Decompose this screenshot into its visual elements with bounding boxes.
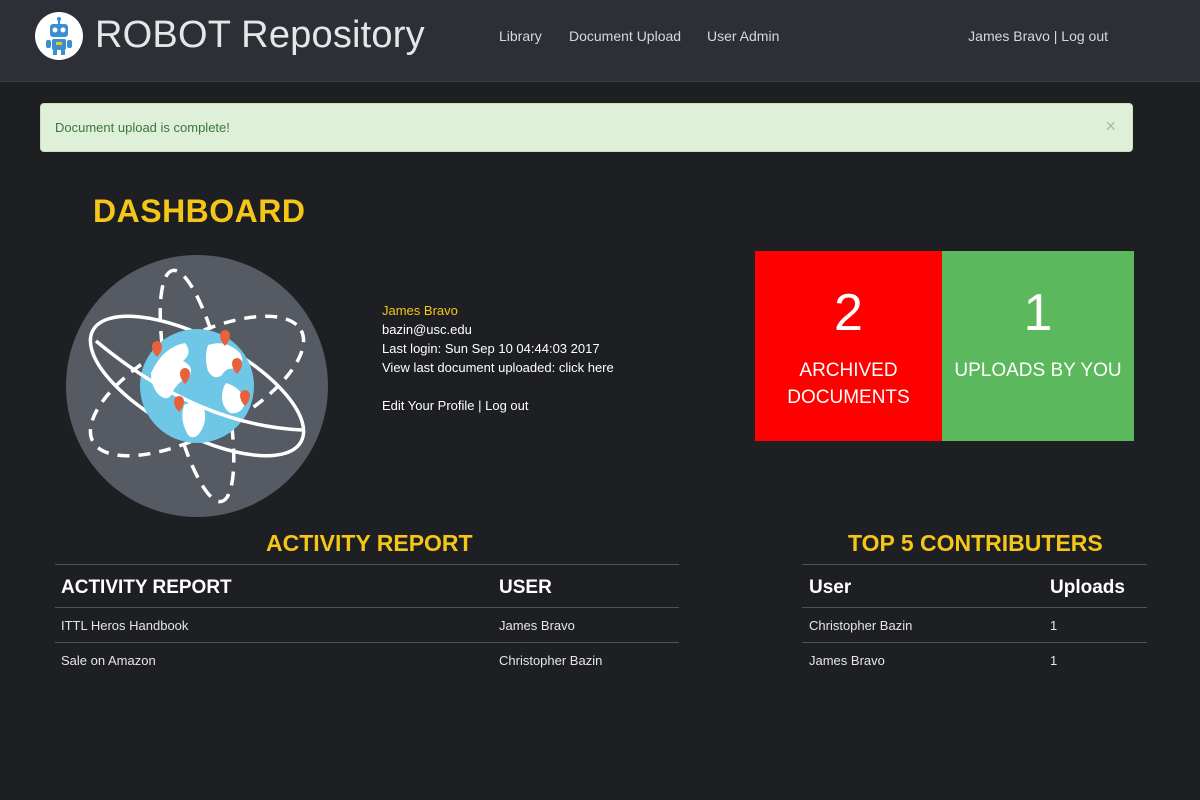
nav-link-user-admin[interactable]: User Admin — [707, 28, 779, 44]
archived-label: ARCHIVED DOCUMENTS — [787, 357, 909, 411]
table-cell-user: Christopher Bazin — [809, 618, 913, 633]
last-document-label: View last document uploaded: — [382, 360, 559, 375]
success-alert: Document upload is complete! × — [40, 103, 1133, 152]
table-cell-user: James Bravo — [499, 618, 575, 633]
archived-label-line-1: ARCHIVED — [799, 360, 898, 381]
edit-profile-link[interactable]: Edit Your Profile — [382, 398, 475, 413]
robot-icon[interactable] — [35, 12, 83, 60]
column-header-uploads: Uploads — [1050, 577, 1125, 598]
profile-email: bazin@usc.edu — [382, 322, 472, 337]
table-cell-user: James Bravo — [809, 653, 885, 668]
table-cell-activity[interactable]: ITTL Heros Handbook — [61, 618, 188, 633]
activity-report-title: ACTIVITY REPORT — [266, 530, 473, 556]
top-contributors-title: TOP 5 CONTRIBUTERS — [848, 530, 1103, 556]
table-rule — [55, 642, 679, 643]
column-header-activity: ACTIVITY REPORT — [61, 577, 232, 598]
close-icon[interactable]: × — [1105, 117, 1116, 135]
profile-separator: | — [474, 398, 486, 413]
globe-orbit-icon — [66, 255, 328, 517]
profile-name: James Bravo — [382, 303, 458, 318]
nav-separator: | — [1049, 28, 1062, 44]
alert-message: Document upload is complete! — [55, 120, 230, 135]
nav-user-menu: James Bravo | Log out — [968, 28, 1108, 44]
nav-link-library[interactable]: Library — [499, 28, 542, 44]
archived-documents-tile[interactable]: 2 ARCHIVED DOCUMENTS — [755, 251, 942, 441]
uploads-count: 1 — [1023, 284, 1053, 342]
table-cell-uploads: 1 — [1050, 653, 1058, 668]
profile-last-login: Last login: Sun Sep 10 04:44:03 2017 — [382, 339, 614, 358]
archived-label-line-2: DOCUMENTS — [787, 387, 910, 408]
table-rule — [802, 564, 1147, 565]
table-rule — [802, 607, 1147, 608]
table-rule — [55, 607, 679, 608]
last-document-link[interactable]: click here — [559, 360, 614, 375]
profile-logout-link[interactable]: Log out — [485, 398, 528, 413]
activity-report-table: ACTIVITY REPORT USER ITTL Heros Handbook… — [55, 564, 679, 684]
profile-summary: James Bravo bazin@usc.edu Last login: Su… — [382, 301, 614, 415]
archived-count: 2 — [834, 284, 863, 342]
nav-user-name[interactable]: James Bravo — [968, 28, 1050, 44]
last-login-label: Last login: — [382, 341, 445, 356]
column-header-user: USER — [499, 577, 552, 598]
top-contributors-table: User Uploads Christopher Bazin 1 James B… — [802, 564, 1147, 684]
page-title: DASHBOARD — [93, 193, 306, 229]
table-cell-activity[interactable]: Sale on Amazon — [61, 653, 156, 668]
nav-link-document-upload[interactable]: Document Upload — [569, 28, 681, 44]
table-rule — [802, 642, 1147, 643]
nav-logout-link[interactable]: Log out — [1061, 28, 1108, 44]
table-rule — [55, 564, 679, 565]
last-login-value: Sun Sep 10 04:44:03 2017 — [444, 341, 600, 356]
profile-actions: Edit Your Profile | Log out — [382, 396, 614, 415]
table-cell-user: Christopher Bazin — [499, 653, 603, 668]
brand-title[interactable]: ROBOT Repository — [95, 14, 425, 57]
table-cell-uploads: 1 — [1050, 618, 1058, 633]
top-navbar: ROBOT Repository Library Document Upload… — [0, 0, 1200, 82]
uploads-by-you-tile[interactable]: 1 UPLOADS BY YOU — [942, 251, 1134, 441]
column-header-user: User — [809, 577, 852, 598]
uploads-label: UPLOADS BY YOU — [954, 360, 1122, 381]
profile-last-document: View last document uploaded: click here — [382, 358, 614, 377]
